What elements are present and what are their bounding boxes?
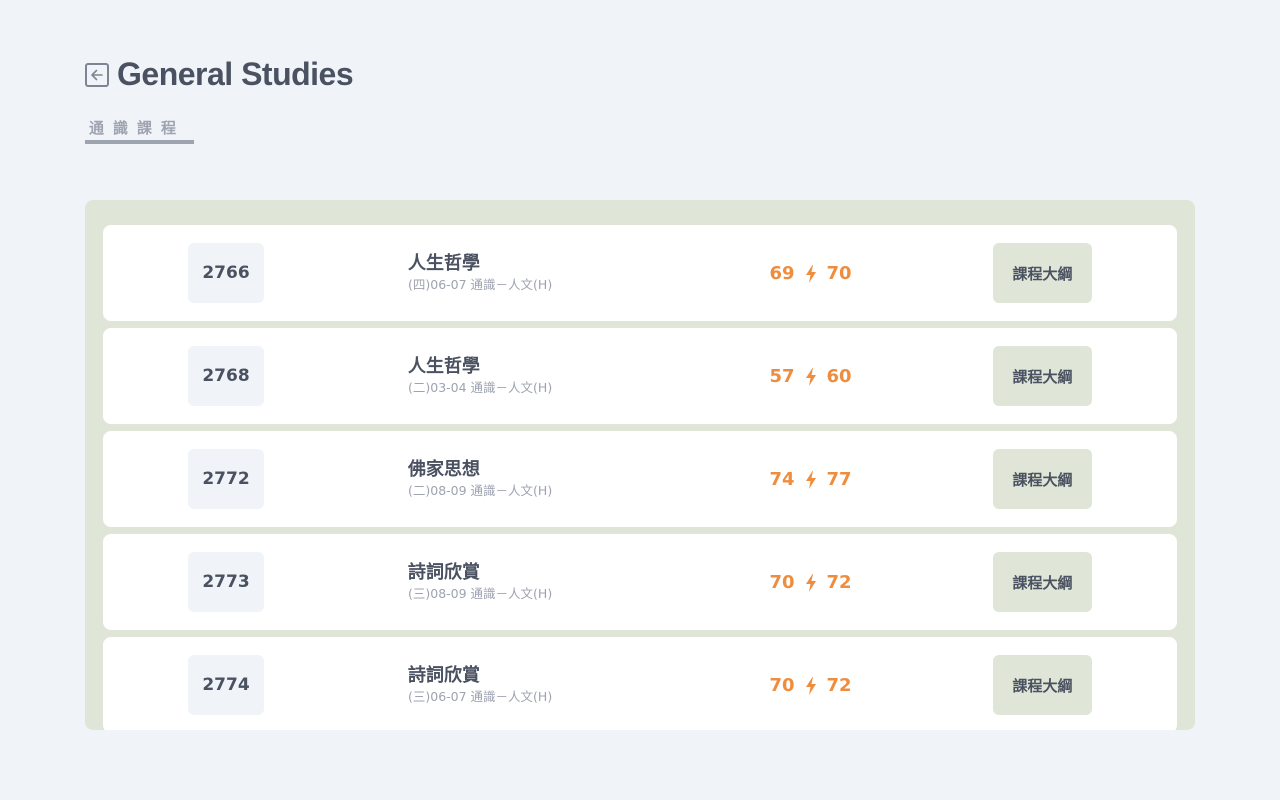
lightning-bolt-icon: [805, 573, 817, 592]
course-code: 2768: [188, 346, 264, 406]
capacity-count: 77: [826, 469, 852, 490]
syllabus-button[interactable]: 課程大綱: [993, 655, 1092, 715]
lightning-bolt-icon: [805, 264, 817, 283]
capacity-count: 60: [826, 366, 852, 387]
syllabus-button[interactable]: 課程大綱: [993, 449, 1092, 509]
course-row: 2768 人生哲學 (二)03-04 通識－人文(H) 57 60 課程大綱: [103, 328, 1177, 424]
course-code: 2766: [188, 243, 264, 303]
course-schedule: (四)06-07 通識－人文(H): [408, 277, 553, 292]
course-name: 佛家思想: [408, 459, 480, 480]
enrollment-stats: 57 60: [743, 366, 878, 387]
syllabus-button[interactable]: 課程大綱: [993, 552, 1092, 612]
capacity-count: 70: [826, 263, 852, 284]
enrolled-count: 74: [769, 469, 795, 490]
page-header: General Studies: [85, 56, 354, 93]
course-name: 詩詞欣賞: [408, 665, 480, 686]
enrollment-stats: 70 72: [743, 675, 878, 696]
course-schedule: (二)03-04 通識－人文(H): [408, 380, 553, 395]
lightning-bolt-icon: [805, 367, 817, 386]
lightning-bolt-icon: [805, 470, 817, 489]
course-code: 2772: [188, 449, 264, 509]
course-row: 2773 詩詞欣賞 (三)08-09 通識－人文(H) 70 72 課程大綱: [103, 534, 1177, 630]
enrollment-stats: 69 70: [743, 263, 878, 284]
course-code: 2773: [188, 552, 264, 612]
tab-general-studies[interactable]: 通識課程: [85, 116, 194, 144]
page-title: General Studies: [117, 56, 354, 92]
arrow-left-icon: [90, 68, 104, 82]
course-name: 詩詞欣賞: [408, 562, 480, 583]
enrollment-stats: 74 77: [743, 469, 878, 490]
course-schedule: (二)08-09 通識－人文(H): [408, 483, 553, 498]
course-list-panel: 2766 人生哲學 (四)06-07 通識－人文(H) 69 70 課程大綱 2…: [85, 200, 1195, 730]
course-row: 2774 詩詞欣賞 (三)06-07 通識－人文(H) 70 72 課程大綱: [103, 637, 1177, 730]
syllabus-button[interactable]: 課程大綱: [993, 346, 1092, 406]
course-schedule: (三)06-07 通識－人文(H): [408, 689, 553, 704]
course-code: 2774: [188, 655, 264, 715]
course-name: 人生哲學: [408, 356, 480, 377]
enrolled-count: 57: [769, 366, 795, 387]
enrollment-stats: 70 72: [743, 572, 878, 593]
capacity-count: 72: [826, 675, 852, 696]
course-name: 人生哲學: [408, 253, 480, 274]
enrolled-count: 70: [769, 675, 795, 696]
enrolled-count: 70: [769, 572, 795, 593]
course-list: 2766 人生哲學 (四)06-07 通識－人文(H) 69 70 課程大綱 2…: [103, 225, 1177, 730]
course-row: 2772 佛家思想 (二)08-09 通識－人文(H) 74 77 課程大綱: [103, 431, 1177, 527]
enrolled-count: 69: [769, 263, 795, 284]
course-schedule: (三)08-09 通識－人文(H): [408, 586, 553, 601]
lightning-bolt-icon: [805, 676, 817, 695]
back-button[interactable]: [85, 62, 109, 87]
course-row: 2766 人生哲學 (四)06-07 通識－人文(H) 69 70 課程大綱: [103, 225, 1177, 321]
capacity-count: 72: [826, 572, 852, 593]
syllabus-button[interactable]: 課程大綱: [993, 243, 1092, 303]
